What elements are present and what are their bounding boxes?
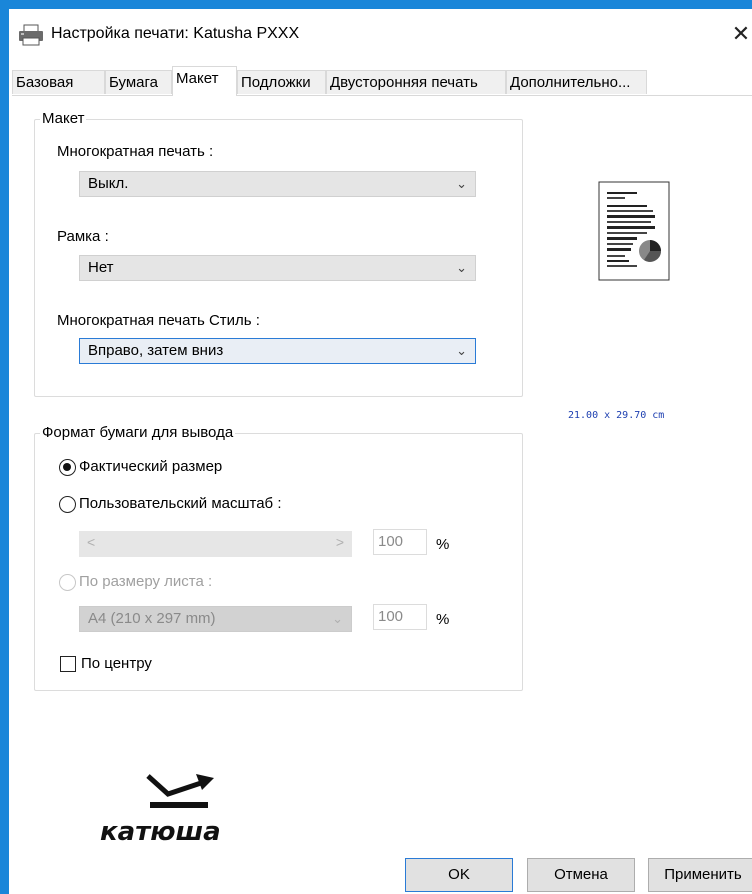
chevron-right-icon[interactable]: > xyxy=(336,534,344,550)
tab-layout[interactable]: Макет xyxy=(172,66,237,96)
printer-icon xyxy=(19,24,43,46)
scale-scrollbar[interactable]: < > xyxy=(79,531,352,557)
center-label: По центру xyxy=(81,655,152,672)
fit-page-select[interactable]: A4 (210 x 297 mm) ⌄ xyxy=(79,606,352,632)
chevron-left-icon[interactable]: < xyxy=(87,534,95,550)
tab-paper[interactable]: Бумага xyxy=(105,70,172,94)
custom-scale-label: Пользовательский масштаб : xyxy=(79,495,282,512)
custom-scale-percent: % xyxy=(436,536,450,553)
fit-page-value: A4 (210 x 297 mm) xyxy=(88,610,216,627)
tab-bar: Базовая Бумага Макет Подложки Двусторонн… xyxy=(12,66,752,96)
fit-page-percent-sign: % xyxy=(436,611,450,628)
paper-size-text: 21.00 x 29.70 cm xyxy=(568,410,665,421)
print-settings-window: Настройка печати: Katusha PXXX ✕ Базовая… xyxy=(0,0,752,894)
chevron-down-icon: ⌄ xyxy=(456,176,467,191)
ok-button[interactable]: OK xyxy=(405,858,513,892)
window-title: Настройка печати: Katusha PXXX xyxy=(51,25,300,42)
border-label: Рамка : xyxy=(57,228,109,245)
chevron-down-icon: ⌄ xyxy=(456,343,467,358)
page-preview-image xyxy=(598,181,670,281)
title-bar: Настройка печати: Katusha PXXX ✕ xyxy=(9,9,752,61)
layout-tab-panel: Макет Многократная печать : Выкл. ⌄ Рамк… xyxy=(12,96,752,846)
fit-page-percent-input[interactable]: 100 xyxy=(373,604,427,630)
border-select[interactable]: Нет ⌄ xyxy=(79,255,476,281)
multi-style-select[interactable]: Вправо, затем вниз ⌄ xyxy=(79,338,476,364)
fit-page-label: По размеру листа : xyxy=(79,573,213,590)
multi-print-select[interactable]: Выкл. ⌄ xyxy=(79,171,476,197)
chevron-down-icon: ⌄ xyxy=(456,260,467,275)
center-checkbox[interactable] xyxy=(60,656,76,672)
actual-size-radio[interactable] xyxy=(59,459,76,476)
multi-print-label: Многократная печать : xyxy=(57,143,214,160)
tab-duplex[interactable]: Двусторонняя печать xyxy=(326,70,506,94)
paper-format-title: Формат бумаги для вывода xyxy=(40,424,236,441)
custom-scale-radio[interactable] xyxy=(59,496,76,513)
tab-basic[interactable]: Базовая xyxy=(12,70,105,94)
apply-button[interactable]: Применить xyxy=(648,858,752,892)
cancel-button[interactable]: Отмена xyxy=(527,858,635,892)
custom-scale-input[interactable]: 100 xyxy=(373,529,427,555)
multi-style-label: Многократная печать Стиль : xyxy=(57,312,260,329)
close-icon[interactable]: ✕ xyxy=(726,19,752,49)
tab-advanced[interactable]: Дополнительно... xyxy=(506,70,647,94)
fit-page-radio[interactable] xyxy=(59,574,76,591)
border-value: Нет xyxy=(88,259,114,276)
tab-underlays[interactable]: Подложки xyxy=(237,70,326,94)
multi-style-value: Вправо, затем вниз xyxy=(88,342,224,359)
multi-print-value: Выкл. xyxy=(88,175,129,192)
chevron-down-icon: ⌄ xyxy=(332,611,343,626)
actual-size-label: Фактический размер xyxy=(79,458,223,475)
logo-text: катюша xyxy=(100,817,221,846)
layout-group-title: Макет xyxy=(40,110,87,127)
katusha-logo: катюша xyxy=(100,774,221,846)
